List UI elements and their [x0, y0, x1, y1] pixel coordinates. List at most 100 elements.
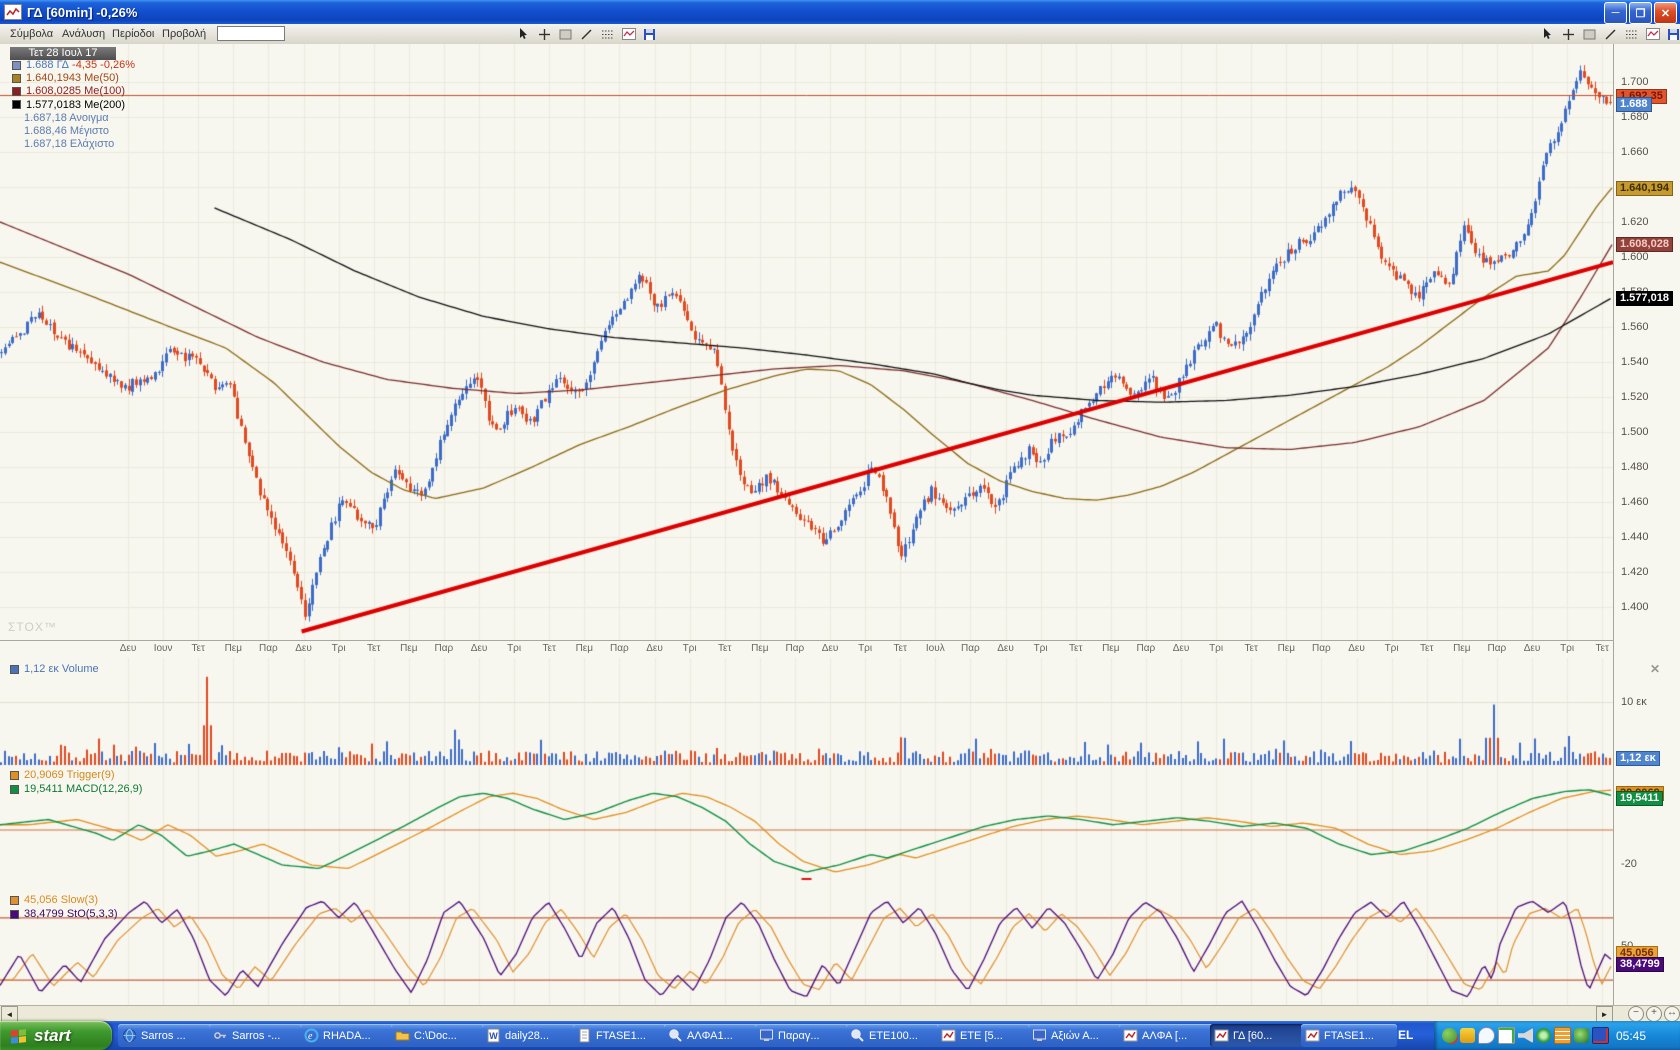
language-indicator[interactable]: EL — [1398, 1028, 1413, 1042]
tray-alert-shield-icon[interactable] — [1460, 1028, 1475, 1043]
pointer-icon[interactable] — [515, 26, 532, 42]
taskbar-task-11[interactable]: Αξιών Α... — [1028, 1024, 1124, 1047]
close-button[interactable]: ✕ — [1654, 2, 1677, 24]
notepad-icon — [577, 1028, 592, 1043]
date-axis-label: Τρι — [332, 643, 346, 654]
scroll-left-button[interactable]: ◄ — [1, 1006, 18, 1022]
taskbar-task-6[interactable]: FTASE1... — [573, 1024, 669, 1047]
tray-messenger-icon[interactable] — [1478, 1027, 1495, 1044]
stochastic-chart-canvas[interactable] — [0, 893, 1613, 1005]
volume-pane-close-icon[interactable]: ✕ — [1650, 662, 1660, 676]
trendline-tool-icon[interactable] — [578, 26, 595, 42]
task-label: ΑΛΦΑ [... — [1142, 1030, 1187, 1042]
chart-icon — [1305, 1028, 1320, 1043]
macd-axis-label: -20 — [1621, 858, 1637, 870]
macd-chart-canvas[interactable] — [0, 768, 1613, 893]
date-axis-label: Δευ — [1524, 643, 1541, 654]
chart-icon — [941, 1028, 956, 1043]
zoom-fit-button[interactable]: ↔ — [1664, 1006, 1680, 1022]
macd-last-tag: 19,5411 — [1616, 791, 1663, 806]
date-axis-label: Τετ — [1069, 643, 1082, 654]
tray-liveupdate-icon[interactable] — [1536, 1028, 1551, 1043]
taskbar-task-10[interactable]: ΕΤΕ [5... — [937, 1024, 1033, 1047]
key-icon — [213, 1028, 228, 1043]
taskbar-task-1[interactable]: Sarros ... — [118, 1024, 214, 1047]
menu-item-4[interactable]: Προβολή — [158, 27, 210, 41]
trendline-tool-icon[interactable] — [1602, 26, 1619, 42]
selection-box-icon[interactable] — [1581, 26, 1598, 42]
taskbar-task-4[interactable]: C:\Doc... — [391, 1024, 487, 1047]
crosshair-icon[interactable] — [536, 26, 553, 42]
window-titlebar[interactable]: ΓΔ [60min] -0,26% ─ ❐ ✕ — [0, 0, 1680, 24]
crosshair-icon[interactable] — [1560, 26, 1577, 42]
date-axis-label: Πεμ — [1453, 643, 1470, 654]
tray-app-icon[interactable] — [1554, 1027, 1571, 1044]
taskbar-task-13[interactable]: ΓΔ [60... — [1210, 1024, 1306, 1047]
system-tray: 05:45 — [1434, 1021, 1680, 1050]
price-axis-tick: 1.560 — [1621, 321, 1649, 333]
svg-text:e: e — [308, 1031, 313, 1042]
taskbar-task-3[interactable]: eRHADA... — [300, 1024, 396, 1047]
toolbar-right — [1539, 26, 1680, 42]
date-axis-label: Ιουν — [154, 643, 173, 654]
dotted-grid-icon[interactable] — [599, 26, 616, 42]
task-label: ΑΛΦΑ1... — [687, 1030, 733, 1042]
price-chart-canvas[interactable] — [0, 44, 1613, 640]
slow-legend-marker — [10, 896, 19, 905]
legend-item-2: 1.640,1943 Me(50) — [12, 72, 119, 84]
taskbar-task-9[interactable]: ΕΤΕ100... — [846, 1024, 942, 1047]
save-icon[interactable] — [641, 26, 658, 42]
restore-button[interactable]: ❐ — [1629, 2, 1652, 24]
legend-item-1: 1.688 ΓΔ -4,35 -0,26% — [12, 59, 135, 71]
tray-updater-icon[interactable] — [1498, 1027, 1515, 1044]
legend-marker — [12, 87, 21, 96]
chart-watermark: ΣΤΟΧ™ — [8, 620, 57, 634]
task-label: daily28... — [505, 1030, 549, 1042]
date-axis-label: Τρι — [683, 643, 697, 654]
tray-msn-icon[interactable] — [1442, 1028, 1457, 1043]
chart-window-icon[interactable] — [620, 26, 637, 42]
volume-chart-canvas[interactable] — [0, 658, 1613, 768]
horizontal-scrollbar[interactable] — [0, 1005, 1680, 1022]
taskbar-task-14[interactable]: FTASE1... — [1301, 1024, 1397, 1047]
task-label: C:\Doc... — [414, 1030, 457, 1042]
task-label: ΕΤΕ100... — [869, 1030, 918, 1042]
taskbar-task-2[interactable]: Sarros -... — [209, 1024, 305, 1047]
menu-item-2[interactable]: Ανάλυση — [58, 27, 109, 41]
date-axis-label: Παρ — [786, 643, 805, 654]
price-axis-tick: 1.500 — [1621, 426, 1649, 438]
price-tag: 1.577,018 — [1616, 291, 1673, 306]
task-label: FTASE1... — [596, 1030, 646, 1042]
price-tag: 1.688 — [1616, 97, 1652, 112]
taskbar-task-5[interactable]: Wdaily28... — [482, 1024, 578, 1047]
minimize-button[interactable]: ─ — [1604, 2, 1627, 24]
price-axis-tick: 1.700 — [1621, 76, 1649, 88]
chart-window-icon[interactable] — [1644, 26, 1661, 42]
date-axis-label: Ιουλ — [926, 643, 945, 654]
selection-box-icon[interactable] — [557, 26, 574, 42]
zoom-out-button[interactable]: − — [1628, 1006, 1644, 1022]
date-axis-label: Παρ — [1312, 643, 1331, 654]
legend-text: 1.687,18 Ελάχιστο — [24, 138, 114, 150]
symbol-input[interactable] — [217, 26, 285, 41]
tray-volume-icon[interactable] — [1518, 1028, 1533, 1043]
pointer-icon[interactable] — [1539, 26, 1556, 42]
dotted-grid-icon[interactable] — [1623, 26, 1640, 42]
menu-item-1[interactable]: Σύμβολα — [6, 27, 57, 41]
start-button[interactable]: start — [0, 1021, 112, 1050]
tray-antivirus-icon[interactable] — [1574, 1028, 1589, 1043]
taskbar-task-12[interactable]: ΑΛΦΑ [... — [1119, 1024, 1215, 1047]
price-axis-tick: 1.660 — [1621, 146, 1649, 158]
menu-item-3[interactable]: Περίοδοι — [108, 27, 158, 41]
task-label: Αξιών Α... — [1051, 1030, 1099, 1042]
scroll-right-button[interactable]: ► — [1596, 1006, 1613, 1022]
legend-text: 1.688,46 Μέγιστο — [24, 125, 109, 137]
taskbar-task-8[interactable]: Παραγ... — [755, 1024, 851, 1047]
tray-network-icon[interactable] — [1592, 1027, 1609, 1044]
date-axis-label: Πεμ — [400, 643, 417, 654]
date-axis-label: Τρι — [1385, 643, 1399, 654]
save-icon[interactable] — [1665, 26, 1680, 42]
taskbar-task-7[interactable]: ΑΛΦΑ1... — [664, 1024, 760, 1047]
zoom-in-button[interactable]: + — [1646, 1006, 1662, 1022]
price-axis-tick: 1.480 — [1621, 461, 1649, 473]
